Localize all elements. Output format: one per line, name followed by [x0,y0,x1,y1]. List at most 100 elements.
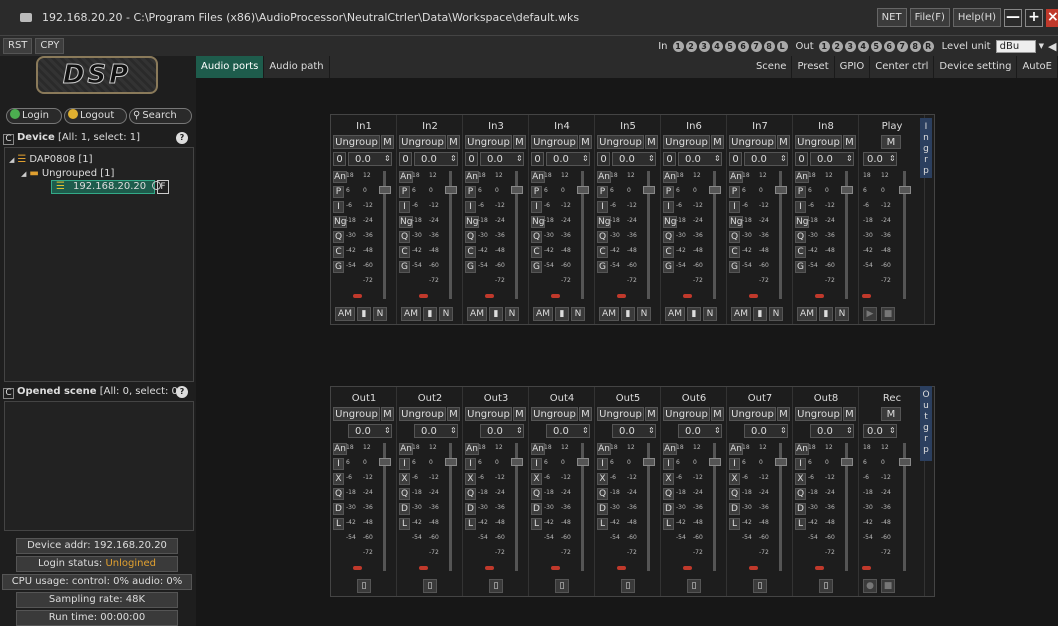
output-group-label[interactable]: Outgrp [920,386,932,461]
function-button[interactable]: Q [729,488,740,500]
mic-icon[interactable]: ▮ [489,307,503,321]
function-button[interactable]: An [531,443,545,455]
function-button[interactable]: I [333,458,344,470]
function-button[interactable]: Q [333,231,344,243]
tab-gpio[interactable]: GPIO [835,56,871,78]
function-button[interactable]: Ng [729,216,743,228]
gain-spinner-icon[interactable]: ⇕ [846,426,853,435]
help-icon[interactable]: ? [176,386,188,398]
ungroup-button[interactable]: Ungroup [795,407,842,421]
gain-spinner-icon[interactable]: ⇕ [714,426,721,435]
phase-field[interactable]: 0 [531,152,544,166]
mute-button[interactable]: M [447,135,460,149]
function-button[interactable]: D [795,503,806,515]
function-button[interactable]: An [333,443,347,455]
mic-icon[interactable]: ▮ [555,307,569,321]
gain-spinner-icon[interactable]: ⇕ [516,154,523,163]
mute-button[interactable]: M [711,407,724,421]
mic-icon[interactable]: ▮ [753,307,767,321]
function-button[interactable]: X [531,473,542,485]
phase-field[interactable]: 0 [795,152,808,166]
rst-button[interactable]: RST [3,38,33,54]
function-button[interactable]: X [465,473,476,485]
function-button[interactable]: D [597,503,608,515]
function-button[interactable]: C [597,246,608,258]
function-button[interactable]: An [597,171,611,183]
fader-knob-icon[interactable] [899,458,911,466]
tab-device-setting[interactable]: Device setting [934,56,1018,78]
am-button[interactable]: AM [797,307,817,321]
function-button[interactable]: D [729,503,740,515]
am-button[interactable]: AM [467,307,487,321]
function-button[interactable]: L [729,518,740,530]
tree-node-group[interactable]: ◢ ▬ Ungrouped [1] [21,168,114,180]
ungroup-button[interactable]: Ungroup [465,407,512,421]
function-button[interactable]: Q [663,231,674,243]
play-icon[interactable]: ▶ [863,307,877,321]
mute-button[interactable]: M [645,135,658,149]
file-menu[interactable]: File(F) [909,8,950,27]
ungroup-button[interactable]: Ungroup [333,407,380,421]
phase-field[interactable]: 0 [333,152,346,166]
ungroup-button[interactable]: Ungroup [597,135,644,149]
collapse-toggle[interactable]: C [3,134,14,145]
function-button[interactable]: C [531,246,542,258]
am-button[interactable]: AM [533,307,553,321]
tab-audio-ports[interactable]: Audio ports [196,56,265,78]
function-button[interactable]: Ng [795,216,809,228]
tree-node-ip[interactable]: ☰ 192.168.20.20 [51,180,162,194]
phase-field[interactable]: 0 [465,152,478,166]
fader-knob-icon[interactable] [775,458,787,466]
fader-knob-icon[interactable] [445,458,457,466]
level-unit-select[interactable]: dBu [995,39,1036,53]
function-button[interactable]: Ng [531,216,545,228]
gain-spinner-icon[interactable]: ⇕ [780,154,787,163]
function-button[interactable]: C [399,246,410,258]
mic-icon[interactable]: ▮ [819,307,833,321]
fader-knob-icon[interactable] [841,186,853,194]
gain-spinner-icon[interactable]: ⇕ [384,426,391,435]
link-icon[interactable]: ▯ [687,579,701,593]
fader-knob-icon[interactable] [841,458,853,466]
phase-field[interactable]: 0 [729,152,742,166]
function-button[interactable]: C [465,246,476,258]
mute-button[interactable]: M [777,407,790,421]
function-button[interactable]: An [531,171,545,183]
mute-button[interactable]: M [381,407,394,421]
am-button[interactable]: AM [401,307,421,321]
function-button[interactable]: D [333,503,344,515]
n-button[interactable]: N [703,307,717,321]
function-button[interactable]: P [465,186,476,198]
ungroup-button[interactable]: Ungroup [399,407,446,421]
function-button[interactable]: P [795,186,806,198]
phase-field[interactable]: 0 [399,152,412,166]
fader-knob-icon[interactable] [899,186,911,194]
function-button[interactable]: An [333,171,347,183]
gain-spinner-icon[interactable]: ⇕ [648,154,655,163]
maximize-button[interactable]: + [1025,8,1043,27]
stop-icon[interactable]: ■ [881,307,895,321]
input-group-label[interactable]: Ingrp [920,118,932,178]
function-button[interactable]: An [465,443,479,455]
gain-spinner-icon[interactable]: ⇕ [516,426,523,435]
function-button[interactable]: L [663,518,674,530]
mute-button[interactable]: M [513,407,526,421]
link-icon[interactable]: ▯ [357,579,371,593]
function-button[interactable]: I [333,201,344,213]
function-button[interactable]: An [399,171,413,183]
phase-field[interactable]: 0 [597,152,610,166]
function-button[interactable]: An [465,171,479,183]
fader-knob-icon[interactable] [577,458,589,466]
am-button[interactable]: AM [599,307,619,321]
mute-button[interactable]: M [881,407,901,421]
function-button[interactable]: Q [729,231,740,243]
link-icon[interactable]: ▯ [753,579,767,593]
tab-scene[interactable]: Scene [751,56,793,78]
n-button[interactable]: N [835,307,849,321]
function-button[interactable]: Q [399,231,410,243]
mic-icon[interactable]: ▮ [687,307,701,321]
function-button[interactable]: C [333,246,344,258]
function-button[interactable]: Ng [465,216,479,228]
am-button[interactable]: AM [731,307,751,321]
collapse-toggle[interactable]: C [3,388,14,399]
